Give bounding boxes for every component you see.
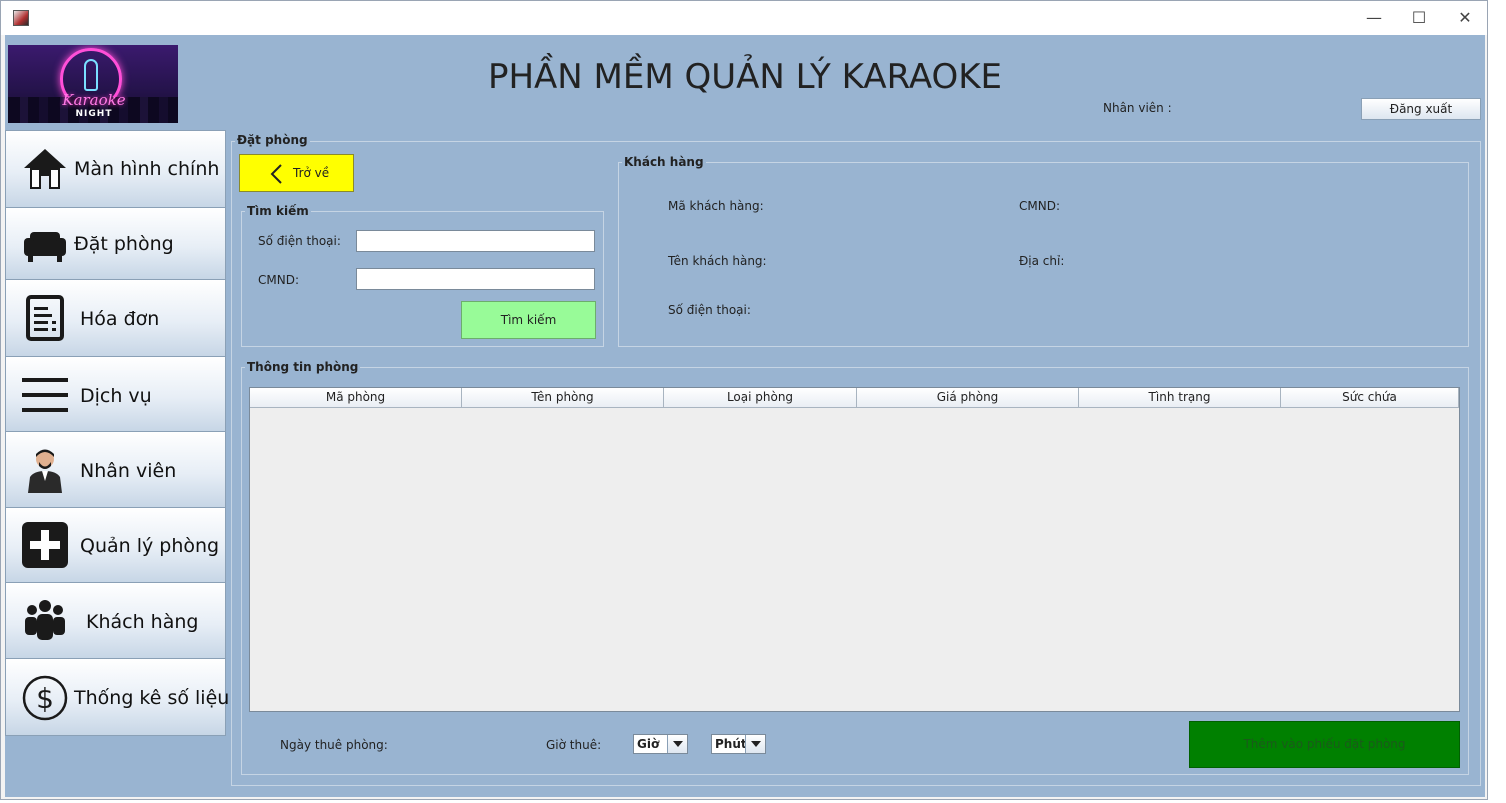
- back-button-label: Trở về: [293, 166, 330, 180]
- search-button[interactable]: Tìm kiếm: [461, 301, 596, 339]
- customer-name-label: Tên khách hàng:: [668, 254, 767, 268]
- back-button[interactable]: Trở về: [239, 154, 354, 192]
- group-icon: [25, 600, 65, 640]
- sidebar-item-label: Hóa đơn: [80, 308, 160, 330]
- chevron-left-icon: [270, 164, 282, 184]
- phone-search-label: Số điện thoại:: [258, 234, 341, 248]
- logo-night: NIGHT: [75, 109, 113, 119]
- column-header-room-type[interactable]: Loại phòng: [664, 388, 857, 408]
- close-button[interactable]: ✕: [1450, 7, 1480, 29]
- microphone-icon: [84, 59, 98, 91]
- customer-id-label: CMND:: [1019, 199, 1060, 213]
- invoice-icon: [26, 295, 64, 341]
- search-legend: Tìm kiếm: [245, 204, 311, 218]
- id-search-label: CMND:: [258, 273, 299, 287]
- id-search-input[interactable]: [356, 268, 595, 290]
- booking-legend: Đặt phòng: [235, 133, 310, 147]
- rent-date-label: Ngày thuê phòng:: [280, 738, 388, 752]
- sidebar-item-customers[interactable]: Khách hàng: [5, 582, 226, 659]
- phone-search-input[interactable]: [356, 230, 595, 252]
- column-header-room-price[interactable]: Giá phòng: [857, 388, 1079, 408]
- sidebar-item-invoice[interactable]: Hóa đơn: [5, 279, 226, 357]
- room-info-legend: Thông tin phòng: [245, 360, 361, 374]
- column-header-room-code[interactable]: Mã phòng: [250, 388, 462, 408]
- page-title: PHẦN MỀM QUẢN LÝ KARAOKE: [487, 57, 1003, 97]
- java-app-icon: [13, 10, 29, 26]
- room-table[interactable]: Mã phòng Tên phòng Loại phòng Giá phòng …: [249, 387, 1460, 712]
- home-icon: [24, 149, 66, 189]
- sidebar-item-label: Đặt phòng: [74, 233, 174, 255]
- employee-icon: [28, 449, 62, 493]
- staff-label: Nhân viên :: [1103, 101, 1172, 115]
- minute-select[interactable]: Phút: [711, 734, 766, 754]
- karaoke-logo: Karaoke NIGHT: [8, 45, 178, 123]
- minimize-button[interactable]: —: [1359, 7, 1389, 29]
- logo-word: Karaoke: [62, 91, 126, 109]
- sofa-icon: [24, 232, 66, 262]
- sidebar-item-label: Khách hàng: [86, 611, 199, 633]
- title-bar: — ☐ ✕: [1, 1, 1487, 35]
- add-to-booking-button[interactable]: Thêm vào phiếu đặt phòng: [1189, 721, 1460, 768]
- sidebar-item-room-management[interactable]: Quản lý phòng: [5, 507, 226, 583]
- hour-select-value: Giờ: [637, 737, 660, 751]
- minute-select-value: Phút: [715, 737, 747, 751]
- sidebar-item-label: Thống kê số liệu: [74, 687, 230, 709]
- column-header-room-status[interactable]: Tình trạng: [1079, 388, 1281, 408]
- column-header-room-capacity[interactable]: Sức chứa: [1281, 388, 1459, 408]
- customer-code-label: Mã khách hàng:: [668, 199, 764, 213]
- sidebar-item-label: Nhân viên: [80, 460, 177, 482]
- main-panel: Karaoke NIGHT PHẦN MỀM QUẢN LÝ KARAOKE N…: [5, 35, 1485, 797]
- sidebar-item-employees[interactable]: Nhân viên: [5, 431, 226, 508]
- hour-select[interactable]: Giờ: [633, 734, 688, 754]
- room-table-header: Mã phòng Tên phòng Loại phòng Giá phòng …: [250, 388, 1459, 408]
- sidebar-item-label: Dịch vụ: [80, 385, 152, 407]
- chevron-down-icon[interactable]: [667, 735, 687, 753]
- customer-legend: Khách hàng: [622, 155, 706, 169]
- maximize-button[interactable]: ☐: [1404, 7, 1434, 29]
- sidebar-item-booking[interactable]: Đặt phòng: [5, 207, 226, 280]
- sidebar-item-home[interactable]: Màn hình chính: [5, 130, 226, 208]
- logout-button[interactable]: Đăng xuất: [1361, 98, 1481, 120]
- sidebar-item-label: Màn hình chính: [74, 158, 220, 180]
- dollar-circle-icon: $: [22, 675, 68, 721]
- sidebar-item-services[interactable]: Dịch vụ: [5, 356, 226, 432]
- sidebar-item-statistics[interactable]: $ Thống kê số liệu: [5, 658, 230, 736]
- plus-box-icon: [22, 522, 68, 568]
- customer-address-label: Địa chỉ:: [1019, 254, 1065, 268]
- sidebar-item-label: Quản lý phòng: [80, 535, 220, 557]
- rent-time-label: Giờ thuê:: [546, 738, 602, 752]
- svg-text:$: $: [36, 682, 54, 715]
- column-header-room-name[interactable]: Tên phòng: [462, 388, 664, 408]
- app-window: — ☐ ✕ Karaoke NIGHT PHẦN MỀM QUẢN LÝ KAR…: [0, 0, 1488, 800]
- menu-lines-icon: [22, 378, 68, 412]
- chevron-down-icon[interactable]: [745, 735, 765, 753]
- customer-phone-label: Số điện thoại:: [668, 303, 751, 317]
